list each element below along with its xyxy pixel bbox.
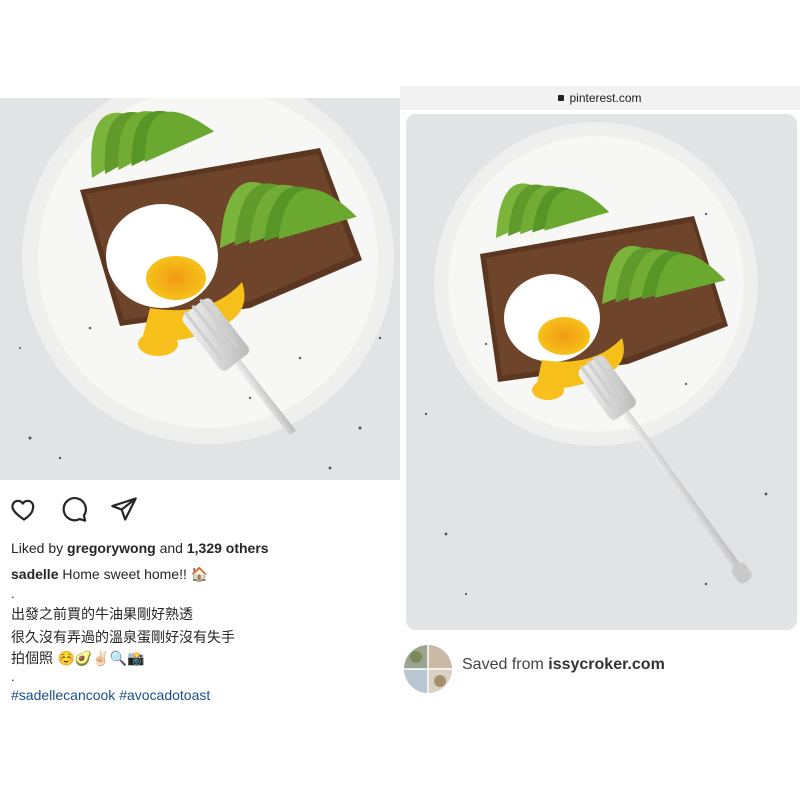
caption-line: 出發之前買的牛油果剛好熟透 (11, 607, 193, 623)
hashtags: #sadellecancook #avocadotoast (11, 687, 210, 703)
saved-from-attribution: Saved from issycroker.com (462, 656, 665, 674)
caption-separator: . (11, 586, 15, 601)
likes-summary: Liked by gregorywong and 1,329 others (11, 540, 269, 556)
url-display: pinterest.com (400, 91, 800, 105)
url-text: pinterest.com (569, 91, 642, 105)
instagram-post-photo[interactable] (0, 98, 400, 480)
likes-count[interactable]: 1,329 others (187, 540, 269, 556)
comment-icon[interactable] (60, 495, 88, 523)
source-avatar[interactable] (404, 645, 452, 693)
heart-icon[interactable] (10, 495, 38, 523)
caption-line: 拍個照 ☺️🥑✌🏻🔍📸 (11, 651, 145, 667)
share-icon[interactable] (110, 495, 138, 523)
lock-icon (558, 95, 565, 101)
caption-username[interactable]: sadelle (11, 566, 58, 582)
browser-url-bar[interactable]: pinterest.com (400, 86, 800, 110)
source-link[interactable]: issycroker.com (548, 656, 665, 673)
caption-line: 很久沒有弄過的溫泉蛋剛好沒有失手 (11, 630, 235, 646)
likes-prefix: Liked by (11, 540, 68, 556)
avocado-toast-photo (0, 98, 400, 480)
hashtag-link[interactable]: #sadellecancook (11, 687, 115, 703)
food-collage-thumbnail (404, 645, 452, 693)
post-caption: sadelle Home sweet home!! 🏠 (11, 566, 208, 583)
likes-joiner: and (155, 540, 187, 556)
pin-image[interactable] (406, 114, 797, 630)
avocado-toast-photo (406, 114, 797, 630)
saved-prefix: Saved from (462, 656, 549, 673)
hashtag-link[interactable]: #avocadotoast (119, 687, 210, 703)
caption-text: Home sweet home!! 🏠 (58, 566, 209, 582)
caption-separator: . (11, 669, 15, 684)
instagram-action-bar (10, 494, 138, 524)
liker-username[interactable]: gregorywong (67, 540, 156, 556)
